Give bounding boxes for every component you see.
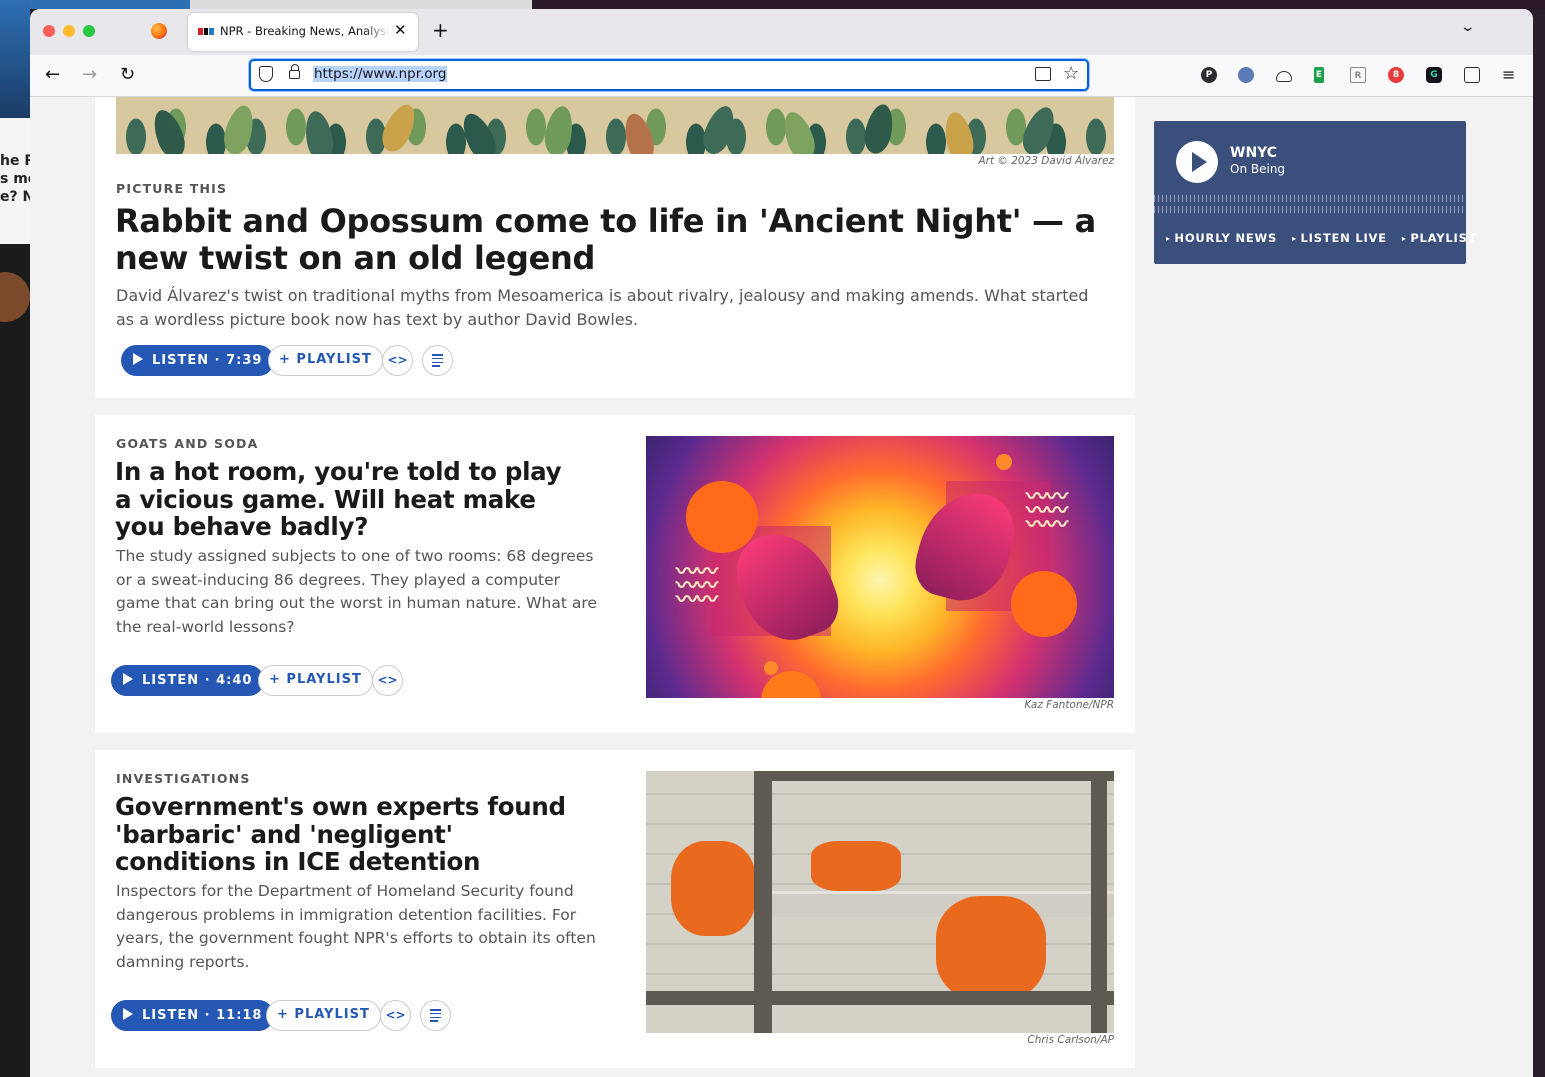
rb-extension-icon[interactable]: R [1350, 67, 1366, 83]
show-name[interactable]: On Being [1230, 162, 1285, 176]
listen-button[interactable]: LISTEN · 4:40 [111, 665, 265, 696]
tab-title: NPR - Breaking News, Analysis, Music, Ar… [220, 24, 390, 38]
player-links: HOURLY NEWS LISTEN LIVE PLAYLIST [1166, 231, 1476, 245]
play-icon [133, 353, 143, 365]
firefox-view-icon[interactable] [151, 23, 167, 39]
extensions-puzzle-icon[interactable] [1464, 67, 1480, 83]
back-arrow-icon[interactable]: ← [45, 64, 60, 85]
tab-npr[interactable]: NPR - Breaking News, Analysis, Music, Ar… [188, 13, 418, 51]
story-headline[interactable]: Government's own experts found 'barbaric… [115, 793, 595, 876]
embed-code-icon[interactable]: <> [382, 345, 413, 376]
station-name[interactable]: WNYC [1230, 145, 1277, 161]
bookmark-star-icon[interactable]: ☆ [1063, 63, 1079, 84]
audio-waveform [1154, 195, 1466, 213]
hourly-news-link[interactable]: HOURLY NEWS [1166, 231, 1277, 245]
tracking-protection-shield-icon[interactable] [259, 66, 273, 82]
play-live-button[interactable] [1176, 141, 1218, 183]
add-to-playlist-button[interactable]: + PLAYLIST [268, 345, 383, 376]
reader-extension-icon[interactable] [1238, 67, 1254, 83]
transcript-icon[interactable] [422, 345, 453, 376]
play-icon [123, 673, 133, 685]
playlist-link[interactable]: PLAYLIST [1402, 231, 1476, 245]
address-bar[interactable]: https://www.npr.org ☆ [249, 59, 1089, 91]
desktop-background-left: he R s me e? N [0, 0, 30, 1077]
story-image-detention-cell[interactable] [646, 771, 1114, 1033]
story-slug[interactable]: Investigations [116, 771, 251, 786]
image-credit: Kaz Fantone/NPR [1024, 699, 1114, 711]
npr-page-content: Art © 2023 David Álvarez Picture This Ra… [30, 97, 1533, 1077]
listen-button[interactable]: LISTEN · 11:18 [111, 1000, 275, 1031]
new-tab-button[interactable]: + [432, 18, 449, 42]
embed-code-icon[interactable]: <> [372, 665, 403, 696]
background-window-image [0, 0, 30, 118]
background-window-thumbnail [0, 272, 30, 322]
story-headline[interactable]: In a hot room, you're told to play a vic… [115, 458, 585, 541]
reload-icon[interactable]: ↻ [120, 64, 135, 85]
transcript-icon[interactable] [420, 1000, 451, 1031]
cloud-extension-icon[interactable] [1276, 71, 1292, 82]
zoom-window-button[interactable] [83, 25, 95, 37]
g-extension-icon[interactable]: G [1426, 67, 1442, 83]
url-input[interactable]: https://www.npr.org [313, 66, 448, 82]
adblock-extension-icon[interactable]: 8 [1388, 67, 1404, 83]
npr-favicon-icon [198, 28, 215, 35]
story-slug[interactable]: Goats and Soda [116, 436, 258, 451]
story-teaser[interactable]: The study assigned subjects to one of tw… [116, 545, 606, 639]
story-card-hot-room: Goats and Soda In a hot room, you're tol… [95, 415, 1135, 733]
lock-icon[interactable] [289, 64, 300, 79]
station-player: WNYC On Being HOURLY NEWS LISTEN LIVE PL… [1154, 121, 1476, 264]
play-icon [123, 1008, 133, 1020]
reader-view-icon[interactable] [1035, 67, 1051, 81]
close-window-button[interactable] [43, 25, 55, 37]
add-to-playlist-button[interactable]: + PLAYLIST [258, 665, 373, 696]
listen-live-link[interactable]: LISTEN LIVE [1292, 231, 1387, 245]
hamburger-menu-icon[interactable]: ≡ [1502, 65, 1515, 84]
tab-close-icon[interactable]: ✕ [394, 21, 407, 39]
desktop-background-top [0, 0, 1545, 9]
story-image-leaves[interactable] [116, 97, 1114, 154]
forward-arrow-icon[interactable]: → [82, 64, 97, 85]
image-credit: Art © 2023 David Álvarez [978, 155, 1114, 167]
story-card-ancient-night: Art © 2023 David Álvarez Picture This Ra… [95, 97, 1135, 398]
story-teaser[interactable]: Inspectors for the Department of Homelan… [116, 880, 606, 974]
story-teaser[interactable]: David Álvarez's twist on traditional myt… [116, 284, 1106, 331]
embed-code-icon[interactable]: <> [380, 1000, 411, 1031]
image-credit: Chris Carlson/AP [1027, 1034, 1114, 1046]
p-extension-icon[interactable]: P [1201, 67, 1217, 83]
evernote-extension-icon[interactable]: E [1314, 67, 1324, 83]
story-headline[interactable]: Rabbit and Opossum come to life in 'Anci… [115, 203, 1105, 277]
add-to-playlist-button[interactable]: + PLAYLIST [266, 1000, 381, 1031]
story-image-heat-illustration[interactable]: 〰〰 〰〰 〰〰 〰〰 〰〰 〰〰 [646, 436, 1114, 698]
list-all-tabs-chevron-down-icon[interactable]: ⌄ [1460, 19, 1476, 35]
browser-window: NPR - Breaking News, Analysis, Music, Ar… [30, 9, 1533, 1077]
story-slug[interactable]: Picture This [116, 181, 227, 196]
minimize-window-button[interactable] [63, 25, 75, 37]
navigation-toolbar: ← → ↻ https://www.npr.org ☆ P E R 8 G ≡ [30, 55, 1533, 97]
background-window-text: he R s me e? N [0, 153, 30, 205]
listen-button[interactable]: LISTEN · 7:39 [121, 345, 275, 376]
tab-strip: NPR - Breaking News, Analysis, Music, Ar… [30, 9, 1533, 55]
story-card-ice-detention: Investigations Government's own experts … [95, 750, 1135, 1068]
